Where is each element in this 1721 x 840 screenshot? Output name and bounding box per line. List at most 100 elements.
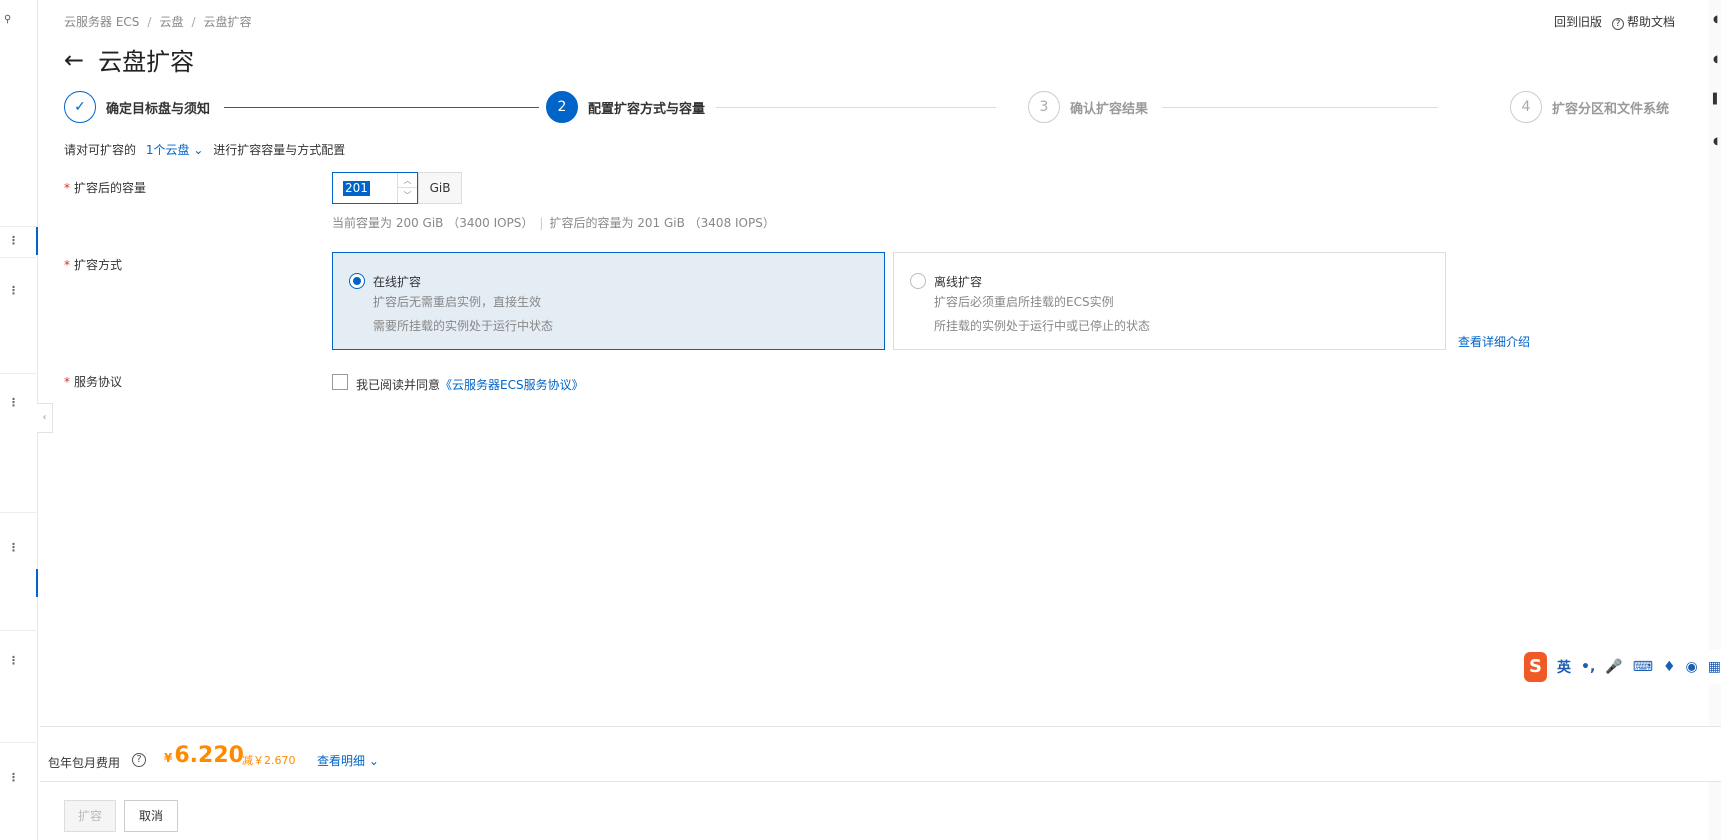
help-circle-icon[interactable]: ? [132, 753, 146, 767]
tool-icon[interactable]: ▌ [1713, 94, 1721, 108]
sogou-logo-icon[interactable]: S [1524, 652, 1548, 682]
capacity-input[interactable]: 201 ︿ ﹀ [332, 172, 418, 204]
tool-icon[interactable]: ◖ [1713, 14, 1721, 28]
breadcrumb-disk[interactable]: 云盘 [159, 15, 183, 29]
keyboard-icon[interactable]: ⌨ [1633, 659, 1653, 675]
step-3-label: 确认扩容结果 [1070, 101, 1149, 117]
offline-desc-1: 扩容后必须重启所挂载的ECS实例 [934, 295, 1114, 309]
step-2-number: 2 [546, 91, 578, 123]
more-icon[interactable]: ⋮ [8, 235, 19, 247]
step-4: 4 扩容分区和文件系统 [1510, 91, 1669, 123]
method-label-text: 扩容方式 [74, 258, 123, 272]
active-indicator [36, 227, 38, 255]
step-2-label: 配置扩容方式与容量 [588, 101, 706, 117]
skin-icon[interactable]: ♦ [1663, 659, 1676, 675]
ecs-agreement-link[interactable]: 《云服务器ECS服务协议》 [440, 378, 584, 392]
offline-title: 离线扩容 [934, 275, 983, 289]
microphone-icon[interactable]: 🎤 [1605, 659, 1622, 675]
fee-label: 包年包月费用 [48, 756, 121, 770]
check-icon: ✓ [64, 91, 96, 123]
help-docs-link[interactable]: ? 帮助文档 [1611, 13, 1675, 30]
online-desc-1: 扩容后无需重启实例，直接生效 [373, 295, 542, 309]
collapse-sidebar-button[interactable]: ‹ [37, 403, 53, 433]
more-icon[interactable]: ⋮ [8, 542, 19, 554]
divider [0, 630, 38, 631]
grid-menu-icon[interactable]: ▦ [1708, 659, 1721, 675]
more-icon[interactable]: ⋮ [8, 285, 19, 297]
breadcrumb: 云服务器 ECS / 云盘 / 云盘扩容 [64, 15, 252, 29]
page-title: 云盘扩容 [98, 48, 195, 76]
radio-selected[interactable] [349, 273, 365, 289]
divider [0, 257, 38, 258]
old-version-link[interactable]: 回到旧版 [1554, 13, 1602, 30]
step-connector [224, 107, 539, 108]
step-indicator: ✓ 确定目标盘与须知 2 配置扩容方式与容量 3 确认扩容结果 4 扩容分区和文… [64, 91, 1676, 123]
divider [0, 226, 38, 227]
step-4-number: 4 [1510, 91, 1542, 123]
page-title-row: ← 云盘扩容 [64, 42, 194, 77]
price: ¥6.220 [164, 743, 244, 768]
divider [0, 373, 38, 374]
agreement-label-text: 服务协议 [74, 375, 123, 389]
search-icon[interactable]: ⚲ [4, 14, 16, 26]
online-desc-2: 需要所挂载的实例处于运行中状态 [373, 319, 554, 333]
step-1: ✓ 确定目标盘与须知 [64, 91, 210, 123]
active-indicator [36, 569, 38, 597]
step-3: 3 确认扩容结果 [1028, 91, 1148, 123]
price-amount: 6.220 [174, 743, 244, 768]
radio-unselected[interactable] [910, 273, 926, 289]
offline-expand-option[interactable]: 离线扩容 扩容后必须重启所挂载的ECS实例 所挂载的实例处于运行中或已停止的状态 [893, 252, 1446, 350]
increment-icon[interactable]: ︿ [398, 173, 417, 188]
step-connector [1162, 107, 1438, 108]
tool-icon[interactable]: ◖ [1713, 136, 1721, 150]
arrow-left-icon[interactable]: ← [64, 46, 84, 74]
help-docs-label: 帮助文档 [1626, 15, 1675, 29]
right-tool-rail: ◖ ◖ ▌ ◖ [1709, 0, 1721, 840]
capacity-label: * 扩容后的容量 [64, 181, 147, 195]
capacity-info: 当前容量为 200 GiB （3400 IOPS） | 扩容后的容量为 201 Gi… [332, 216, 775, 230]
online-expand-option[interactable]: 在线扩容 扩容后无需重启实例，直接生效 需要所挂载的实例处于运行中状态 [332, 252, 885, 350]
chevron-down-icon: ⌄ [193, 143, 204, 157]
more-icon[interactable]: ⋮ [8, 397, 19, 409]
left-nav-rail: ⚲ ⋮ ⋮ ⋮ ⋮ ⋮ ⋮ [0, 0, 38, 840]
disk-count-dropdown[interactable]: 1个云盘 ⌄ [146, 143, 204, 157]
agreement-text: 我已阅读并同意《云服务器ECS服务协议》 [356, 376, 584, 393]
breadcrumb-current: 云盘扩容 [203, 15, 252, 29]
capacity-label-text: 扩容后的容量 [74, 181, 147, 195]
game-icon[interactable]: ◉ [1686, 659, 1698, 675]
capacity-unit: GiB [418, 172, 462, 204]
capacity-value: 201 [343, 181, 370, 196]
divider [0, 742, 38, 743]
top-links: 回到旧版 ? 帮助文档 [1554, 13, 1675, 30]
breadcrumb-ecs[interactable]: 云服务器 ECS [64, 15, 139, 29]
price-bar: 包年包月费用 ? ¥6.220 减￥2.670 查看明细 ⌄ [40, 726, 1721, 782]
disk-count-label: 1个云盘 [145, 143, 190, 157]
currency-symbol: ¥ [164, 751, 173, 765]
cancel-button[interactable]: 取消 [124, 800, 178, 832]
step-1-label: 确定目标盘与须知 [106, 101, 211, 117]
ime-toolbar: S 英 •, 🎤 ⌨ ♦ ◉ ▦ [1520, 650, 1721, 684]
step-connector [716, 107, 996, 108]
decrement-icon[interactable]: ﹀ [398, 188, 417, 203]
step-3-number: 3 [1028, 91, 1060, 123]
ime-lang-toggle[interactable]: 英 [1557, 657, 1571, 677]
view-price-detail-label: 查看明细 [317, 754, 366, 768]
step-2: 2 配置扩容方式与容量 [546, 91, 705, 123]
punctuation-icon[interactable]: •, [1581, 659, 1595, 675]
more-icon[interactable]: ⋮ [8, 655, 19, 667]
view-detail-intro-link[interactable]: 查看详细介绍 [1458, 333, 1530, 350]
view-price-detail-link[interactable]: 查看明细 ⌄ [317, 752, 379, 769]
offline-desc-2: 所挂载的实例处于运行中或已停止的状态 [934, 319, 1151, 333]
after-capacity: 扩容后的容量为 201 GiB （3408 IOPS） [549, 216, 775, 230]
expand-button[interactable]: 扩容 [64, 800, 116, 832]
capacity-stepper: ︿ ﹀ [397, 173, 417, 203]
agreement-checkbox[interactable] [332, 374, 348, 390]
note-prefix: 请对可扩容的 [64, 143, 137, 157]
tool-icon[interactable]: ◖ [1713, 54, 1721, 68]
current-capacity: 当前容量为 200 GiB （3400 IOPS） [332, 216, 534, 230]
chevron-down-icon: ⌄ [368, 754, 379, 768]
more-icon[interactable]: ⋮ [8, 772, 19, 784]
discount-amount: 减￥2.670 [242, 754, 296, 767]
agreement-label: * 服务协议 [64, 375, 123, 389]
note-suffix: 进行扩容容量与方式配置 [213, 143, 346, 157]
